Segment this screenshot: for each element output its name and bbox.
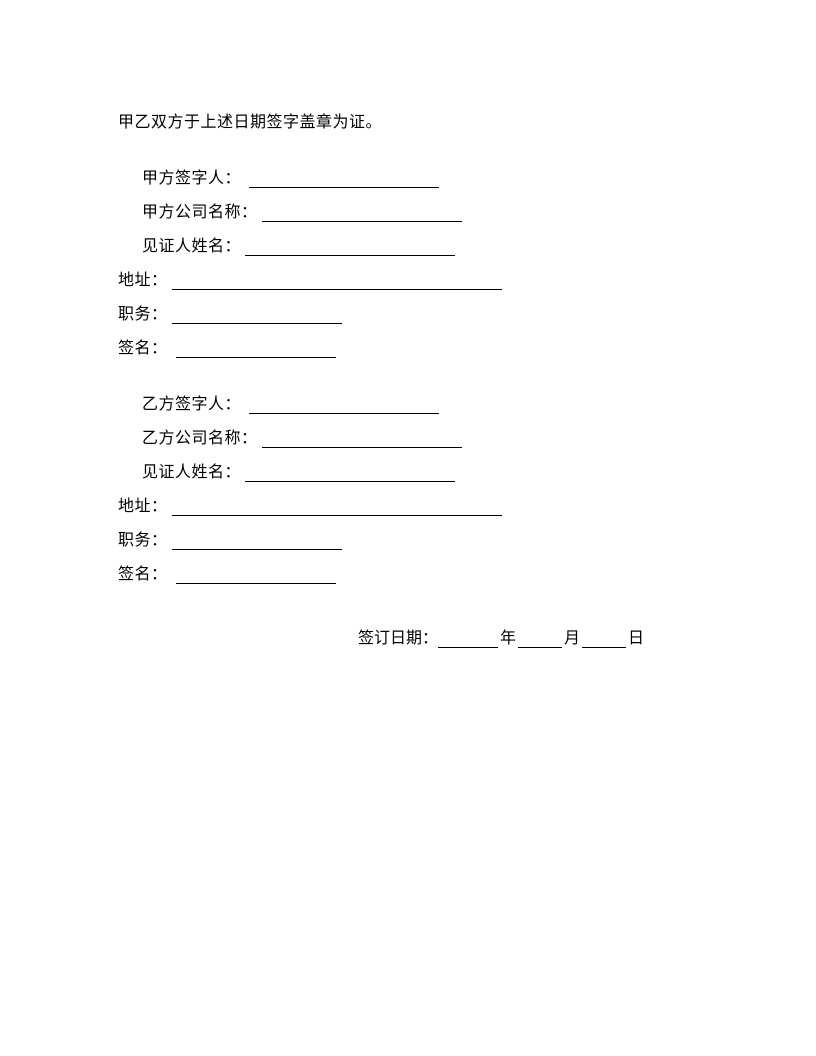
day-unit: 日 [628,624,644,648]
year-line[interactable] [438,630,498,648]
party-a-block: 甲方签字人： 甲方公司名称： 见证人姓名： 地址： 职务： 签名： [118,164,706,358]
party-a-address-row: 地址： [118,266,706,290]
party-b-position-row: 职务： [118,526,706,550]
signing-date-label: 签订日期： [358,624,438,648]
month-unit: 月 [564,624,580,648]
party-a-witness-line[interactable] [245,238,455,256]
party-b-position-label: 职务： [118,526,168,550]
party-b-signer-label: 乙方签字人： [142,390,241,414]
party-a-position-line[interactable] [172,306,342,324]
party-a-witness-row: 见证人姓名： [142,232,706,256]
party-b-witness-line[interactable] [245,464,455,482]
party-b-position-line[interactable] [172,532,342,550]
day-line[interactable] [582,630,626,648]
intro-text: 甲乙双方于上述日期签字盖章为证。 [118,108,706,132]
party-a-company-line[interactable] [262,204,462,222]
party-b-company-line[interactable] [262,430,462,448]
party-b-signer-line[interactable] [249,396,439,414]
party-a-address-line[interactable] [172,272,502,290]
party-b-signer-row: 乙方签字人： [142,390,706,414]
party-b-witness-label: 见证人姓名： [142,458,241,482]
party-a-signature-line[interactable] [176,340,336,358]
party-a-signature-label: 签名： [118,334,168,358]
page-content: 甲乙双方于上述日期签字盖章为证。 甲方签字人： 甲方公司名称： 见证人姓名： 地… [0,0,816,648]
party-a-witness-label: 见证人姓名： [142,232,241,256]
party-b-signature-row: 签名： [118,560,706,584]
signing-date-row: 签订日期： 年 月 日 [118,624,706,648]
party-b-company-row: 乙方公司名称： [142,424,706,448]
party-b-signature-label: 签名： [118,560,168,584]
party-b-block: 乙方签字人： 乙方公司名称： 见证人姓名： 地址： 职务： 签名： [118,390,706,584]
party-b-address-row: 地址： [118,492,706,516]
party-a-address-label: 地址： [118,266,168,290]
party-b-address-label: 地址： [118,492,168,516]
party-b-witness-row: 见证人姓名： [142,458,706,482]
party-a-signer-line[interactable] [249,170,439,188]
party-a-signature-row: 签名： [118,334,706,358]
party-a-company-row: 甲方公司名称： [142,198,706,222]
party-b-company-label: 乙方公司名称： [142,424,258,448]
party-b-signature-line[interactable] [176,566,336,584]
party-a-signer-label: 甲方签字人： [142,164,241,188]
party-a-signer-row: 甲方签字人： [142,164,706,188]
party-a-position-label: 职务： [118,300,168,324]
year-unit: 年 [500,624,516,648]
party-a-company-label: 甲方公司名称： [142,198,258,222]
party-b-address-line[interactable] [172,498,502,516]
party-a-position-row: 职务： [118,300,706,324]
month-line[interactable] [518,630,562,648]
